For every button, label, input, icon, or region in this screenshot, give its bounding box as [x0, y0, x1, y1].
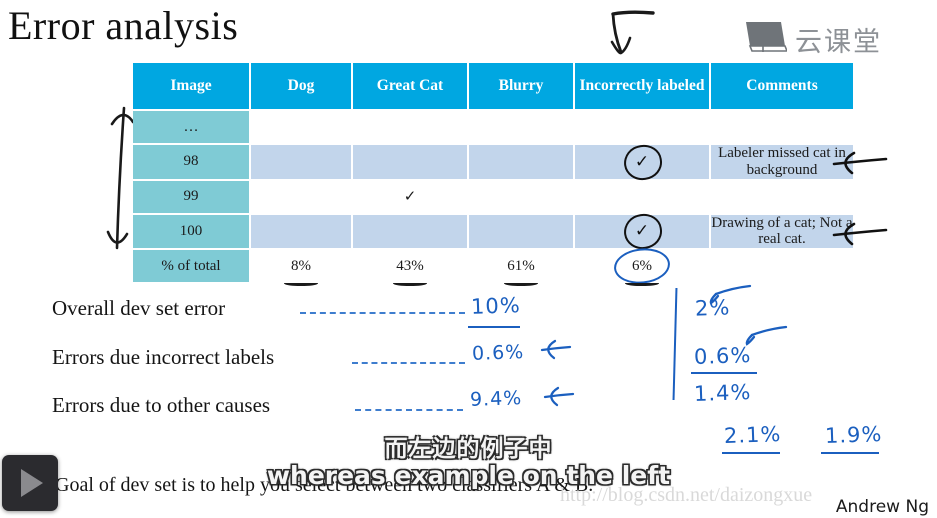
- total-dog-value: 8%: [291, 257, 311, 274]
- handwritten-right-value-2: 0.6%: [693, 343, 752, 369]
- pen-underline: [625, 279, 659, 287]
- cell-total-comments: [711, 250, 853, 282]
- monitor-icon: [743, 20, 789, 59]
- cell-great-cat: [353, 111, 467, 143]
- subtitle-english: whereas example on the left: [266, 461, 671, 490]
- cell-image: 100: [133, 214, 249, 249]
- circled-check-icon: ✓: [623, 215, 661, 247]
- cell-incorrectly-labeled: ✓: [575, 214, 709, 249]
- handwritten-other-causes-value: 9.4%: [469, 387, 523, 411]
- author-credit: Andrew Ng: [835, 497, 929, 517]
- cell-total-dog: 8%: [251, 250, 351, 287]
- cell-blurry: [469, 181, 573, 213]
- col-header-incorrectly-labeled: Incorrectly labeled: [575, 63, 709, 109]
- handwritten-incorrect-labels-value: 0.6%: [471, 341, 525, 365]
- page-title: Error analysis: [8, 3, 239, 48]
- brand-logo: 云课堂: [743, 20, 882, 59]
- pen-underline: [284, 279, 318, 287]
- cell-image: 99: [133, 180, 249, 213]
- cell-total-great-cat: 43%: [353, 250, 467, 287]
- col-header-image: Image: [133, 63, 249, 109]
- comment-pointer-arrow: [828, 150, 890, 183]
- play-button[interactable]: [2, 455, 58, 511]
- cell-great-cat: [353, 214, 467, 249]
- cell-total-label: % of total: [133, 250, 249, 283]
- bullet-label-incorrect-labels: Errors due incorrect labels: [52, 345, 275, 369]
- leader-dots: [355, 409, 463, 411]
- cell-total-blurry: 61%: [469, 250, 573, 287]
- col-header-great-cat: Great Cat: [353, 63, 467, 109]
- handwritten-right-value-3: 1.4%: [693, 380, 752, 406]
- left-arrow-icon: [538, 339, 572, 367]
- pen-underline: [504, 279, 538, 287]
- pen-vertical-divider: [672, 287, 678, 401]
- slide-canvas: Error analysis 云课堂 Image Dog Great Cat B…: [0, 0, 937, 518]
- cell-blurry: [469, 145, 573, 179]
- leader-dots: [300, 312, 465, 314]
- cell-incorrectly-labeled: [575, 181, 709, 213]
- cell-great-cat: ✓: [403, 189, 417, 206]
- handwritten-underline: [468, 326, 520, 328]
- subtitle-chinese: 而左边的例子中: [384, 436, 553, 462]
- handwritten-overall-value: 10%: [470, 293, 522, 319]
- cell-incorrectly-labeled: ✓: [575, 145, 709, 179]
- total-great-cat-value: 43%: [396, 257, 424, 274]
- pen-underline: [393, 279, 427, 287]
- down-arrow-annotation: [595, 8, 665, 65]
- bullet-label-overall: Overall dev set error: [52, 296, 226, 320]
- handwritten-right-value-1: 2%: [694, 295, 731, 321]
- col-header-comments: Comments: [711, 63, 853, 109]
- cell-total-incorrectly-labeled: 6%: [575, 245, 709, 287]
- cell-dog: [251, 145, 351, 179]
- cell-great-cat: [353, 145, 467, 179]
- comment-pointer-arrow: [828, 221, 890, 254]
- col-header-dog: Dog: [251, 63, 351, 109]
- table-row: 99 ✓: [133, 180, 853, 213]
- handwritten-underline: [691, 372, 757, 374]
- total-blurry-value: 61%: [507, 257, 535, 274]
- cell-blurry: [469, 111, 573, 143]
- cell-image: …: [133, 111, 249, 143]
- table-totals-row: % of total 8% 43% 61% 6%: [133, 245, 853, 287]
- table-row: 98 ✓ Labeler missed cat in background: [133, 145, 853, 179]
- error-analysis-table: Image Dog Great Cat Blurry Incorrectly l…: [131, 61, 855, 287]
- cell-blurry: [469, 214, 573, 249]
- left-arrow-icon: [541, 386, 575, 414]
- circled-check-icon: ✓: [623, 146, 661, 178]
- cell-comments: [711, 111, 853, 143]
- cell-dog: [251, 181, 351, 213]
- cell-dog: [251, 214, 351, 249]
- cell-dog: [251, 111, 351, 143]
- play-icon: [21, 469, 43, 497]
- table-row: 100 ✓ Drawing of a cat; Not a real cat.: [133, 214, 853, 249]
- leader-dots: [352, 362, 465, 364]
- col-header-blurry: Blurry: [469, 63, 573, 109]
- cell-comments: [711, 181, 853, 213]
- table-header-row: Image Dog Great Cat Blurry Incorrectly l…: [133, 63, 853, 109]
- table-row: …: [133, 111, 853, 143]
- cell-incorrectly-labeled: [575, 111, 709, 143]
- bullet-label-other-causes: Errors due to other causes: [52, 393, 271, 417]
- cell-image: 98: [133, 145, 249, 179]
- brand-name: 云课堂: [795, 27, 882, 58]
